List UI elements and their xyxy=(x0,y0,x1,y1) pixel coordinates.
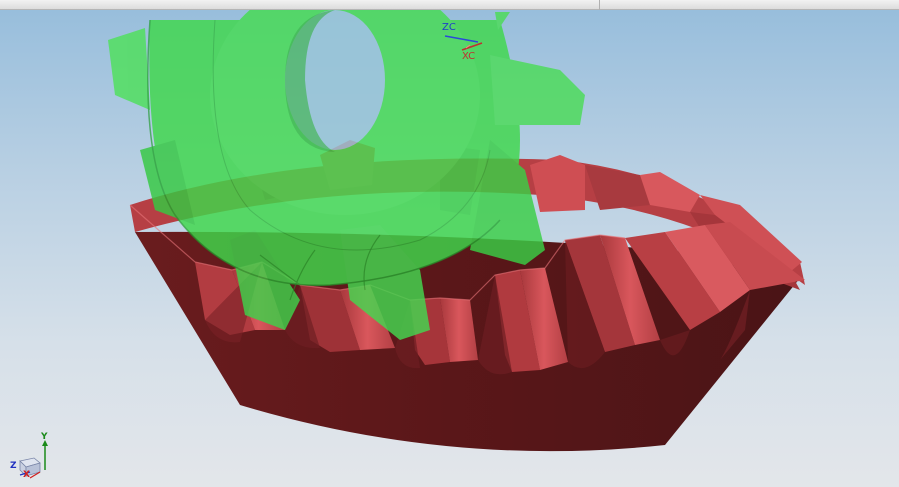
view-triad-z-label: Z xyxy=(10,461,17,471)
pinion-tooth-right-1 xyxy=(490,55,585,125)
toolbar-divider xyxy=(599,0,600,10)
model-scene[interactable] xyxy=(0,10,899,487)
pinion-tooth-left-1 xyxy=(108,28,150,110)
view-triad-y-label: Y xyxy=(41,432,48,442)
work-csys-z-label: ZC xyxy=(442,22,456,33)
top-toolbar-strip xyxy=(0,0,899,10)
view-triad-x-label: X xyxy=(23,470,30,480)
graphics-viewport[interactable]: ZC XC Y Z X xyxy=(0,10,899,487)
work-csys-x-label: XC xyxy=(462,51,476,62)
